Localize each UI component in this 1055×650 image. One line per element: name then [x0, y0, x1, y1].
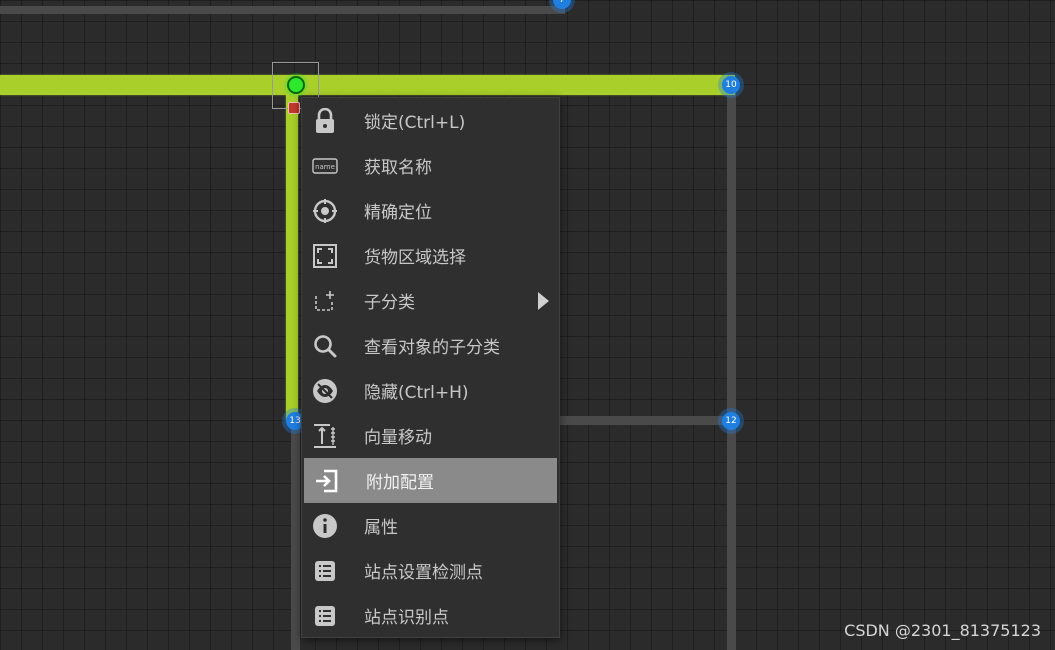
list-icon [312, 558, 338, 584]
menu-item-properties[interactable]: 属性 [302, 503, 559, 548]
menu-item-precise-locate[interactable]: 精确定位 [302, 188, 559, 233]
menu-item-view-subcategory[interactable]: 查看对象的子分类 [302, 323, 559, 368]
name-tag-icon: name [312, 153, 338, 179]
menu-item-label: 附加配置 [366, 473, 434, 493]
eye-hidden-icon [312, 378, 338, 404]
subcategory-icon [312, 288, 338, 314]
path-top[interactable] [0, 6, 565, 14]
menu-item-label: 属性 [364, 518, 398, 538]
selected-node[interactable] [287, 76, 305, 94]
menu-item-cargo-area-select[interactable]: 货物区域选择 [302, 233, 559, 278]
menu-item-lock[interactable]: 锁定(Ctrl+L) [302, 98, 559, 143]
menu-item-get-name[interactable]: name 获取名称 [302, 143, 559, 188]
menu-item-subcategory[interactable]: 子分类 [302, 278, 559, 323]
watermark: CSDN @2301_81375123 [844, 621, 1041, 640]
menu-item-vector-move[interactable]: 向量移动 [302, 413, 559, 458]
menu-item-label: 站点设置检测点 [364, 563, 483, 583]
menu-item-label: 子分类 [364, 293, 415, 313]
menu-item-station-detect-point[interactable]: 站点设置检测点 [302, 548, 559, 593]
context-menu: 锁定(Ctrl+L) name 获取名称 精确定位 货物区域选择 子分类 查看对… [301, 97, 560, 638]
svg-text:name: name [315, 163, 335, 171]
list-icon [312, 603, 338, 629]
selected-path-horizontal[interactable] [0, 75, 735, 95]
chevron-right-icon [538, 291, 549, 310]
info-icon [312, 513, 338, 539]
menu-item-label: 站点识别点 [364, 608, 449, 628]
menu-item-label: 向量移动 [364, 428, 432, 448]
menu-item-attach-config[interactable]: 附加配置 [304, 458, 557, 503]
node-12[interactable]: 12 [722, 412, 740, 430]
menu-item-label: 隐藏(Ctrl+H) [364, 383, 469, 403]
node-status-badge [288, 102, 300, 114]
attach-config-icon [314, 468, 340, 494]
lock-icon [312, 107, 338, 134]
locate-icon [312, 198, 338, 224]
selected-path-vertical[interactable] [286, 90, 298, 421]
path-right-vertical[interactable] [727, 84, 736, 650]
area-select-icon [312, 243, 338, 269]
vector-move-icon [312, 423, 338, 449]
node-10[interactable]: 10 [722, 76, 740, 94]
menu-item-label: 获取名称 [364, 158, 432, 178]
search-icon [312, 333, 338, 359]
path-left-lower-vertical[interactable] [291, 420, 300, 650]
menu-item-hide[interactable]: 隐藏(Ctrl+H) [302, 368, 559, 413]
menu-item-label: 货物区域选择 [364, 248, 466, 268]
menu-item-label: 查看对象的子分类 [364, 338, 500, 358]
menu-item-label: 锁定(Ctrl+L) [364, 113, 466, 133]
menu-item-label: 精确定位 [364, 203, 432, 223]
menu-item-station-recognition-point[interactable]: 站点识别点 [302, 593, 559, 638]
